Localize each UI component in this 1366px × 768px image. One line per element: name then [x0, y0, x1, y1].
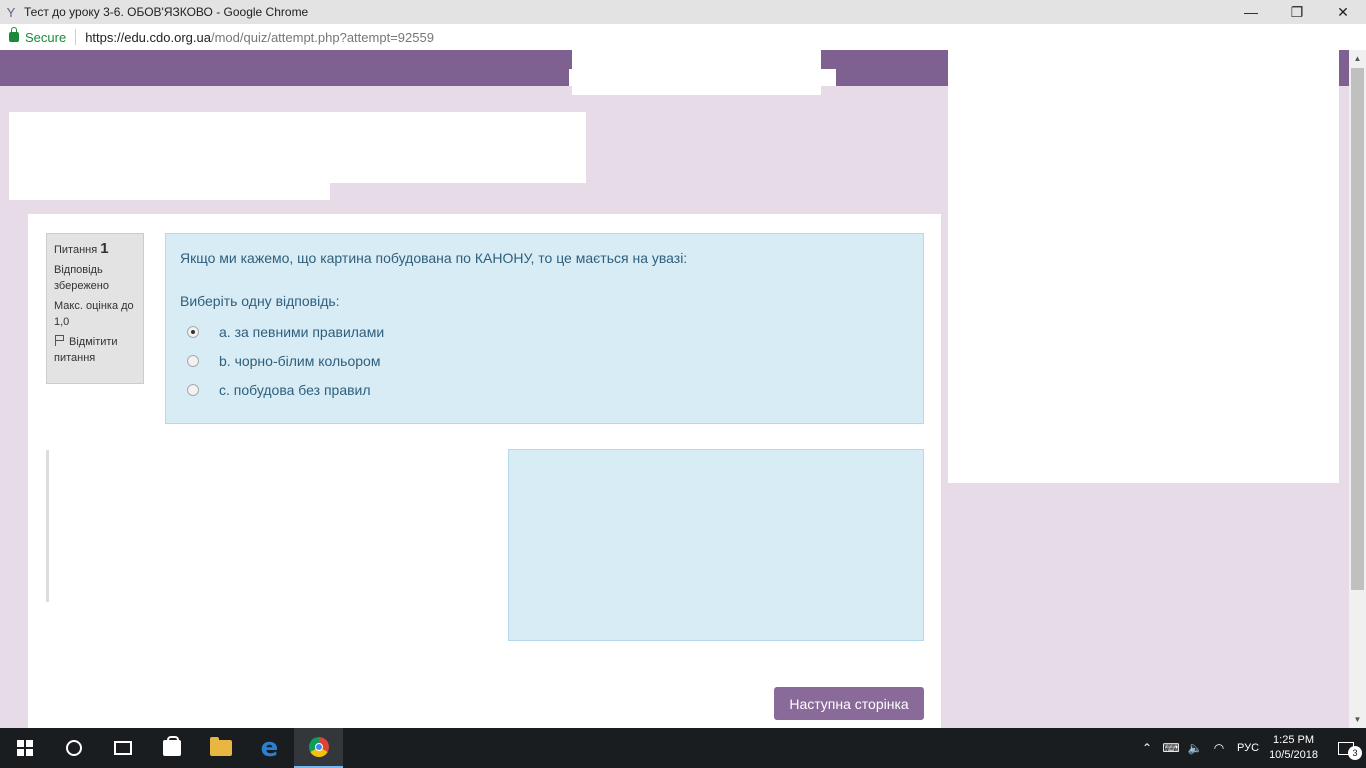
- question-text: Якщо ми кажемо, що картина побудована по…: [180, 250, 688, 266]
- question-info: Питання 1 Відповідь збережено Макс. оцін…: [46, 233, 144, 384]
- windows-taskbar: e ⌃ ⌨ 🔈 ◠ РУС 1:25 PM 10/5/2018 3: [0, 728, 1366, 768]
- clock-date[interactable]: 10/5/2018: [1269, 748, 1318, 763]
- chrome-taskbar-button[interactable]: [294, 728, 343, 768]
- answer-option-label[interactable]: c. побудова без правил: [219, 382, 371, 398]
- question-label: Питання: [54, 244, 98, 256]
- url-host[interactable]: https://edu.cdo.org.ua: [85, 30, 211, 45]
- scroll-down-arrow-icon[interactable]: ▼: [1349, 711, 1366, 728]
- answer-option-label[interactable]: a. за певними правилами: [219, 324, 384, 340]
- search-circle-icon[interactable]: [65, 740, 82, 756]
- redacted-block: [9, 112, 586, 183]
- header-bar-edge: [1339, 50, 1349, 86]
- answer-option-a[interactable]: a. за певними правилами: [180, 317, 909, 346]
- chrome-icon[interactable]: [308, 737, 329, 757]
- question-content: Якщо ми кажемо, що картина побудована по…: [165, 233, 924, 424]
- redacted-block: [9, 183, 330, 200]
- action-center-button[interactable]: 3: [1334, 728, 1362, 768]
- redacted-block: [569, 69, 836, 86]
- system-tray: ⌃ ⌨ 🔈 ◠ РУС 1:25 PM 10/5/2018 3: [1135, 728, 1366, 768]
- answer-option-c[interactable]: c. побудова без правил: [180, 375, 909, 404]
- chevron-up-icon[interactable]: ⌃: [1135, 741, 1159, 755]
- address-bar[interactable]: Secure https://edu.cdo.org.ua/mod/quiz/a…: [0, 24, 1366, 50]
- question-max-grade: Макс. оцінка до 1,0: [54, 300, 134, 328]
- scroll-up-arrow-icon[interactable]: ▲: [1349, 50, 1366, 67]
- edge-browser-icon[interactable]: e: [261, 735, 279, 761]
- scrollbar-thumb[interactable]: [1351, 68, 1364, 590]
- store-button[interactable]: [147, 728, 196, 768]
- redacted-region-border: [46, 450, 49, 602]
- window-title: Тест до уроку 3-6. ОБОВ'ЯЗКОВО - Google …: [24, 5, 309, 19]
- window-titlebar: Y Тест до уроку 3-6. ОБОВ'ЯЗКОВО - Googl…: [0, 0, 1366, 24]
- radio-option-c[interactable]: [187, 383, 199, 396]
- secure-label[interactable]: Secure: [25, 30, 66, 45]
- windows-logo-icon[interactable]: [16, 740, 33, 756]
- minimize-button[interactable]: —: [1228, 0, 1274, 24]
- answer-option-b[interactable]: b. чорно-білим кольором: [180, 346, 909, 375]
- task-view-icon[interactable]: [113, 741, 132, 755]
- question-status: Відповідь збережено: [54, 264, 109, 292]
- cortana-button[interactable]: [49, 728, 98, 768]
- radio-option-b[interactable]: [187, 354, 199, 367]
- restore-button[interactable]: ❐: [1274, 0, 1320, 24]
- close-button[interactable]: ✕: [1320, 0, 1366, 24]
- folder-icon[interactable]: [209, 737, 232, 756]
- flag-icon[interactable]: [54, 335, 64, 346]
- flag-question-link[interactable]: Відмітити питання: [54, 334, 136, 366]
- lock-icon: [9, 27, 19, 42]
- clock[interactable]: 1:25 PM 10/5/2018: [1269, 733, 1318, 763]
- edge-button[interactable]: e: [245, 728, 294, 768]
- question-number: 1: [100, 240, 109, 257]
- input-language[interactable]: РУС: [1237, 742, 1259, 754]
- url-path[interactable]: /mod/quiz/attempt.php?attempt=92559: [211, 30, 434, 45]
- task-view-button[interactable]: [98, 728, 147, 768]
- quiz-navigation-panel: [948, 50, 1339, 483]
- answer-prompt: Виберіть одну відповідь:: [180, 293, 340, 309]
- clock-time[interactable]: 1:25 PM: [1269, 733, 1318, 748]
- store-bag-icon[interactable]: [162, 736, 181, 756]
- address-separator: [75, 29, 77, 45]
- radio-option-a[interactable]: [187, 325, 199, 338]
- keyboard-icon[interactable]: ⌨: [1159, 741, 1183, 755]
- answer-option-label[interactable]: b. чорно-білим кольором: [219, 353, 380, 369]
- volume-icon[interactable]: 🔈: [1183, 741, 1207, 755]
- file-explorer-button[interactable]: [196, 728, 245, 768]
- network-icon[interactable]: ◠: [1207, 741, 1231, 755]
- next-page-button[interactable]: Наступна сторінка: [774, 687, 924, 720]
- chrome-app-icon: Y: [6, 4, 16, 20]
- notification-count-badge: 3: [1348, 746, 1362, 760]
- redacted-question-box: [508, 449, 924, 641]
- start-button[interactable]: [0, 728, 49, 768]
